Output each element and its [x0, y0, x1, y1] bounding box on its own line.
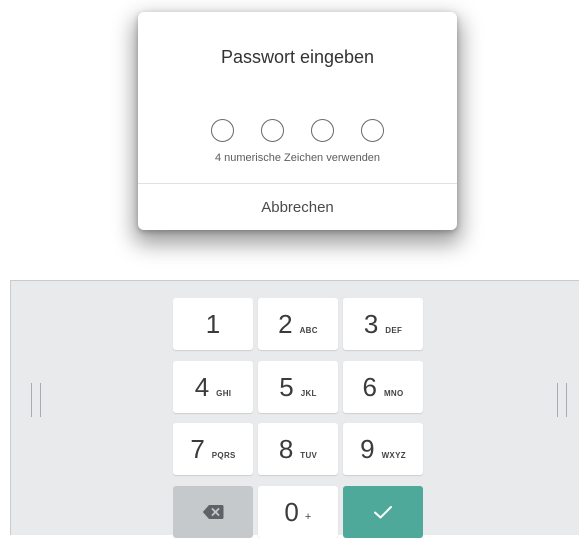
key-letters: TUV [300, 450, 318, 460]
key-9[interactable]: 9 WXYZ [343, 423, 423, 475]
password-dialog: Passwort eingeben 4 numerische Zeichen v… [138, 12, 457, 230]
key-0[interactable]: 0 + [258, 486, 338, 538]
key-digit: 7 [190, 434, 205, 464]
key-8[interactable]: 8 TUV [258, 423, 338, 475]
pin-indicator [138, 119, 457, 142]
key-digit: 5 [279, 372, 294, 402]
backspace-icon [202, 505, 224, 519]
backspace-button[interactable] [173, 486, 253, 538]
pin-dot [211, 119, 234, 142]
checkmark-icon [374, 506, 392, 519]
key-5[interactable]: 5 JKL [258, 361, 338, 413]
key-letters: PQRS [211, 450, 236, 460]
key-letters: MNO [383, 388, 404, 398]
key-digit: 4 [194, 372, 210, 402]
key-7[interactable]: 7 PQRS [173, 423, 253, 475]
key-digit: 1 [205, 309, 221, 339]
key-digit: 9 [360, 434, 375, 464]
key-1[interactable]: 1 [173, 298, 253, 350]
key-letters: WXYZ [381, 450, 406, 460]
key-6[interactable]: 6 MNO [343, 361, 423, 413]
key-4[interactable]: 4 GHI [173, 361, 253, 413]
key-digit: 0 [284, 497, 299, 527]
key-letters: GHI [216, 388, 232, 398]
pin-dot [311, 119, 334, 142]
key-digit: 2 [278, 309, 293, 339]
key-letters: DEF [385, 325, 403, 335]
key-letters: ABC [299, 325, 318, 335]
keyboard-drag-handle-right[interactable] [557, 383, 567, 417]
pin-hint: 4 numerische Zeichen verwenden [214, 152, 381, 164]
key-3[interactable]: 3 DEF [343, 298, 423, 350]
key-letters: + [304, 511, 312, 523]
numeric-keyboard: 1 2 ABC 3 DEF 4 GHI 5 JKL 6 MNO 7 PQRS 8… [10, 280, 579, 538]
pin-dot [361, 119, 384, 142]
cancel-button[interactable]: Abbrechen [138, 184, 457, 230]
key-2[interactable]: 2 ABC [258, 298, 338, 350]
keyboard-drag-handle-left[interactable] [31, 383, 41, 417]
confirm-button[interactable] [343, 486, 423, 538]
key-letters: JKL [300, 388, 317, 398]
key-digit: 8 [278, 434, 294, 464]
key-digit: 6 [362, 372, 377, 402]
pin-dot [261, 119, 284, 142]
dialog-title: Passwort eingeben [220, 47, 375, 67]
key-digit: 3 [363, 309, 379, 339]
